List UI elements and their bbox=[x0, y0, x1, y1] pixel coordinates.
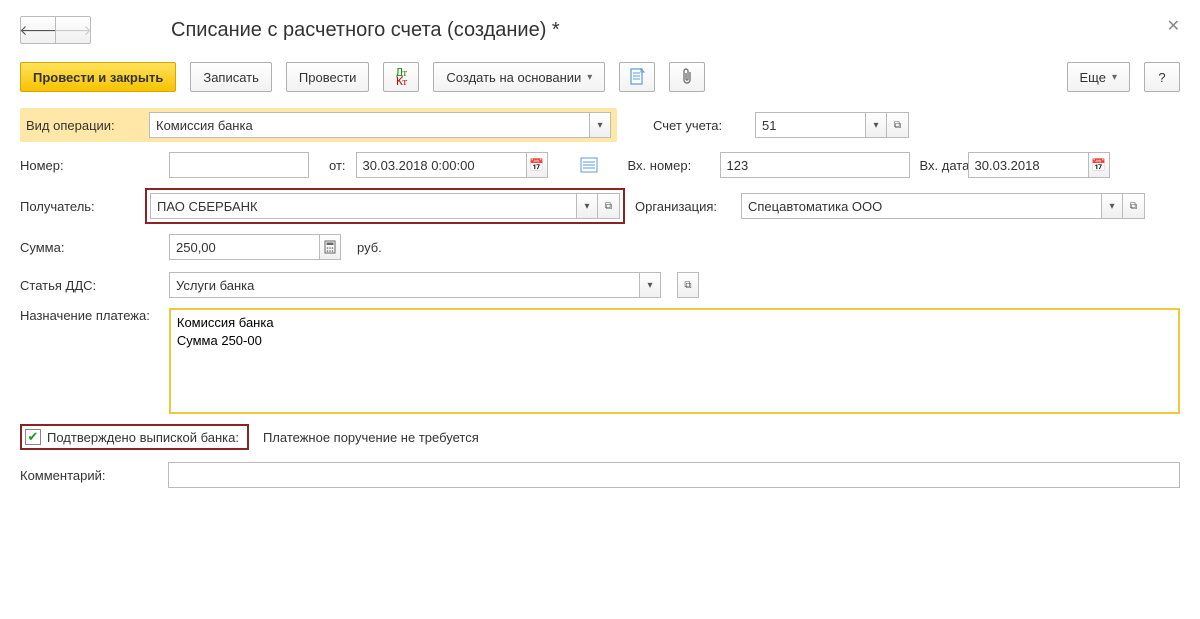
purpose-textarea[interactable] bbox=[169, 308, 1180, 414]
account-input[interactable]: 51 bbox=[755, 112, 865, 138]
comment-label: Комментарий: bbox=[20, 468, 134, 483]
op-type-input[interactable]: Комиссия банка bbox=[149, 112, 589, 138]
forward-button[interactable]: 🡒 bbox=[55, 16, 91, 44]
confirmed-frame: ✔ Подтверждено выпиской банка: bbox=[20, 424, 249, 450]
date-input[interactable]: 30.03.2018 0:00:00 bbox=[356, 152, 526, 178]
post-and-close-button[interactable]: Провести и закрыть bbox=[20, 62, 176, 92]
open-icon[interactable]: ⧉ bbox=[1123, 193, 1145, 219]
recipient-frame: ПАО СБЕРБАНК ▾ ⧉ bbox=[145, 188, 625, 224]
calendar-icon[interactable]: 📅 bbox=[526, 152, 548, 178]
org-label: Организация: bbox=[635, 199, 731, 214]
dropdown-icon[interactable]: ▾ bbox=[589, 112, 611, 138]
amount-input[interactable]: 250,00 bbox=[169, 234, 319, 260]
open-icon[interactable]: ⧉ bbox=[598, 193, 620, 219]
comment-input[interactable] bbox=[168, 462, 1180, 488]
post-button[interactable]: Провести bbox=[286, 62, 370, 92]
dropdown-icon[interactable]: ▾ bbox=[576, 193, 598, 219]
attach-button[interactable] bbox=[669, 62, 705, 92]
in-date-label: Вх. дата: bbox=[920, 159, 958, 172]
write-button[interactable]: Записать bbox=[190, 62, 272, 92]
more-button[interactable]: Еще▾ bbox=[1067, 62, 1130, 92]
dtkt-icon: ДᴛКᴛ bbox=[396, 68, 406, 86]
po-status-text: Платежное поручение не требуется bbox=[263, 430, 479, 445]
back-button[interactable]: 🡐 bbox=[20, 16, 56, 44]
open-icon[interactable]: ⧉ bbox=[887, 112, 909, 138]
in-number-input[interactable]: 123 bbox=[720, 152, 910, 178]
amount-label: Сумма: bbox=[20, 240, 135, 255]
account-label: Счет учета: bbox=[653, 118, 745, 133]
dds-input[interactable]: Услуги банка bbox=[169, 272, 639, 298]
create-based-button[interactable]: Создать на основании▾ bbox=[433, 62, 605, 92]
paperclip-icon bbox=[680, 68, 694, 86]
document-icon bbox=[629, 68, 645, 86]
page-title: Списание с расчетного счета (создание) * bbox=[171, 19, 560, 42]
open-icon[interactable]: ⧉ bbox=[677, 272, 699, 298]
help-button[interactable]: ? bbox=[1144, 62, 1180, 92]
number-input[interactable] bbox=[169, 152, 309, 178]
purpose-label: Назначение платежа: bbox=[20, 308, 135, 324]
recipient-input[interactable]: ПАО СБЕРБАНК bbox=[150, 193, 576, 219]
in-number-label: Вх. номер: bbox=[628, 158, 710, 173]
chevron-down-icon: ▾ bbox=[587, 72, 592, 83]
confirmed-checkbox[interactable]: ✔ bbox=[25, 429, 41, 445]
dtkt-button[interactable]: ДᴛКᴛ bbox=[383, 62, 419, 92]
dropdown-icon[interactable]: ▾ bbox=[639, 272, 661, 298]
print-button[interactable] bbox=[619, 62, 655, 92]
confirmed-label: Подтверждено выпиской банка: bbox=[47, 430, 239, 445]
number-label: Номер: bbox=[20, 158, 135, 173]
recipient-label: Получатель: bbox=[20, 199, 135, 214]
calendar-icon[interactable]: 📅 bbox=[1088, 152, 1110, 178]
dds-label: Статья ДДС: bbox=[20, 278, 135, 293]
from-label: от: bbox=[329, 158, 346, 173]
org-input[interactable]: Спецавтоматика ООО bbox=[741, 193, 1101, 219]
in-date-input[interactable]: 30.03.2018 bbox=[968, 152, 1088, 178]
dropdown-icon[interactable]: ▾ bbox=[1101, 193, 1123, 219]
op-type-label: Вид операции: bbox=[26, 118, 141, 133]
currency-label: руб. bbox=[357, 240, 382, 255]
chevron-down-icon: ▾ bbox=[1112, 72, 1117, 83]
dropdown-icon[interactable]: ▾ bbox=[865, 112, 887, 138]
close-icon[interactable]: ✕ bbox=[1167, 16, 1180, 36]
calculator-icon[interactable] bbox=[319, 234, 341, 260]
list-icon[interactable] bbox=[580, 157, 598, 173]
